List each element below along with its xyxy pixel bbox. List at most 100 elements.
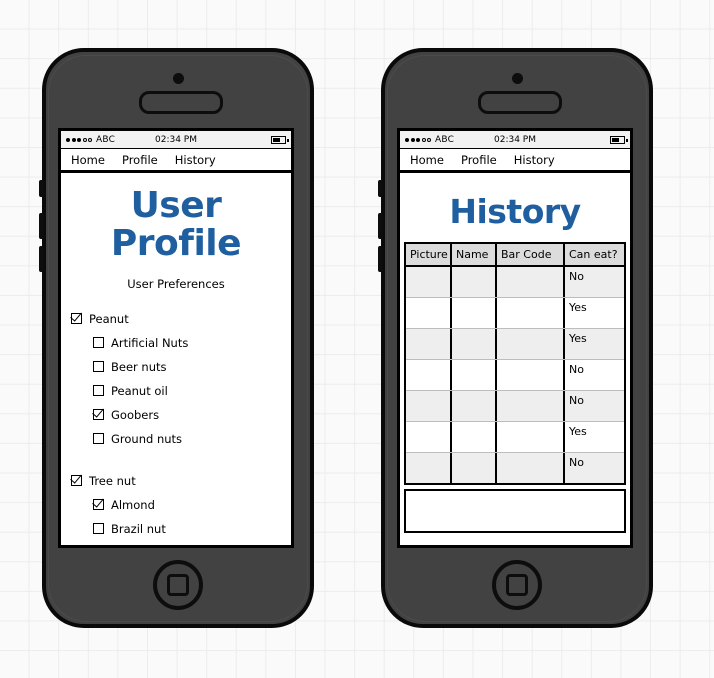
checkbox-row-artificial-nuts[interactable]: Artificial Nuts: [71, 331, 291, 355]
cell-can-eat: Yes: [569, 331, 587, 345]
page-title: History: [449, 192, 581, 231]
home-button[interactable]: [492, 560, 542, 610]
checkbox-icon-brazil-nut[interactable]: [93, 523, 104, 535]
phone-mockup-history: ABC 02:34 PM Home Profile History Histor…: [378, 48, 653, 628]
front-camera-icon: [173, 73, 184, 84]
table-row[interactable]: No: [406, 266, 624, 298]
checkbox-row-almond[interactable]: Almond: [71, 493, 291, 517]
home-button-square-icon: [167, 574, 189, 596]
history-table: Picture Name Bar Code Can eat? No Yes Ye…: [404, 241, 626, 485]
table-row[interactable]: No: [406, 452, 624, 483]
cell-bar-code: [497, 421, 565, 452]
cell-name: [452, 452, 497, 483]
mute-switch[interactable]: [39, 180, 44, 197]
status-bar: ABC 02:34 PM: [400, 131, 630, 149]
table-header-row: Picture Name Bar Code Can eat?: [406, 243, 624, 267]
checkbox-row-beer-nuts[interactable]: Beer nuts: [71, 355, 291, 379]
cell-can-eat: Yes: [569, 424, 587, 438]
cell-can-eat: Yes: [569, 300, 587, 314]
cell-can-eat: No: [569, 393, 584, 407]
checkbox-label: Brazil nut: [111, 521, 166, 536]
checkbox-label: Almond: [111, 497, 155, 512]
nav-item-home[interactable]: Home: [410, 153, 444, 167]
mute-switch[interactable]: [378, 180, 383, 197]
column-header-can-eat: Can eat?: [569, 247, 618, 261]
checkbox-group-tree-nut: Tree nut Almond Brazil nut Filbert/hazel…: [61, 469, 291, 545]
volume-down-button[interactable]: [378, 246, 383, 272]
cell-name: [452, 390, 497, 421]
checkbox-label: Artificial Nuts: [111, 335, 189, 350]
battery-icon: [610, 135, 628, 144]
cell-name: [452, 297, 497, 328]
nav-item-profile[interactable]: Profile: [461, 153, 497, 167]
cell-picture: [406, 359, 452, 390]
page-subtitle: User Preferences: [127, 276, 225, 291]
checkbox-icon-tree-nut[interactable]: [71, 475, 82, 487]
checkbox-icon-almond[interactable]: [93, 499, 104, 511]
checkbox-icon-artificial-nuts[interactable]: [93, 337, 104, 349]
cell-can-eat: No: [569, 455, 584, 469]
cell-picture: [406, 421, 452, 452]
cell-bar-code: [497, 266, 565, 297]
checkbox-row-goobers[interactable]: Goobers: [71, 403, 291, 427]
cell-can-eat: No: [569, 362, 584, 376]
checkbox-label: Peanut oil: [111, 383, 168, 398]
checkbox-icon-goobers[interactable]: [93, 409, 104, 421]
nav-item-home[interactable]: Home: [71, 153, 105, 167]
phone-screen-history: ABC 02:34 PM Home Profile History Histor…: [397, 128, 633, 548]
cell-name: [452, 421, 497, 452]
nav-item-history[interactable]: History: [514, 153, 555, 167]
home-button[interactable]: [153, 560, 203, 610]
cell-bar-code: [497, 328, 565, 359]
cell-name: [452, 266, 497, 297]
table-row[interactable]: No: [406, 359, 624, 391]
checkbox-row-ground-nuts[interactable]: Ground nuts: [71, 427, 291, 451]
volume-up-button[interactable]: [39, 213, 44, 239]
nav-bar: Home Profile History: [400, 149, 630, 173]
cell-can-eat: No: [569, 269, 584, 283]
cell-picture: [406, 328, 452, 359]
table-row[interactable]: Yes: [406, 421, 624, 453]
earpiece-speaker-icon: [478, 91, 562, 114]
checkbox-group-peanut: Peanut Artificial Nuts Beer nuts Peanut …: [61, 307, 291, 451]
checkbox-row-tree-nut[interactable]: Tree nut: [71, 469, 291, 493]
nav-bar: Home Profile History: [61, 149, 291, 173]
nav-item-history[interactable]: History: [175, 153, 216, 167]
checkbox-label: Peanut: [89, 311, 129, 326]
checkbox-row-filbert-hazelnut[interactable]: Filbert/hazelnut: [71, 541, 291, 545]
cell-bar-code: [497, 297, 565, 328]
checkbox-row-peanut[interactable]: Peanut: [71, 307, 291, 331]
volume-up-button[interactable]: [378, 213, 383, 239]
checkbox-icon-peanut[interactable]: [71, 313, 82, 325]
table-row[interactable]: No: [406, 390, 624, 422]
checkbox-label: Ground nuts: [111, 431, 183, 446]
cell-bar-code: [497, 359, 565, 390]
checkbox-row-brazil-nut[interactable]: Brazil nut: [71, 517, 291, 541]
screen-content-history: History Picture Name Bar Code Can eat? N…: [400, 173, 630, 545]
checkbox-row-peanut-oil[interactable]: Peanut oil: [71, 379, 291, 403]
table-row[interactable]: Yes: [406, 297, 624, 329]
nav-item-profile[interactable]: Profile: [122, 153, 158, 167]
page-title: User Profile: [110, 185, 242, 264]
checkbox-icon-ground-nuts[interactable]: [93, 433, 104, 445]
cell-bar-code: [497, 452, 565, 483]
checkbox-label: Goobers: [111, 407, 160, 422]
checkbox-icon-beer-nuts[interactable]: [93, 361, 104, 373]
table-row[interactable]: Yes: [406, 328, 624, 360]
detail-panel: [404, 488, 626, 533]
cell-bar-code: [497, 390, 565, 421]
volume-down-button[interactable]: [39, 246, 44, 272]
home-button-square-icon: [506, 574, 528, 596]
column-header-bar-code: Bar Code: [497, 243, 565, 265]
cell-picture: [406, 266, 452, 297]
cell-picture: [406, 297, 452, 328]
column-header-picture: Picture: [406, 243, 452, 265]
phone-screen-profile: ABC 02:34 PM Home Profile History User P…: [58, 128, 294, 548]
cell-name: [452, 359, 497, 390]
cell-picture: [406, 452, 452, 483]
checkbox-label: Tree nut: [89, 473, 136, 488]
checkbox-icon-peanut-oil[interactable]: [93, 385, 104, 397]
status-clock: 02:34 PM: [494, 134, 536, 145]
column-header-name: Name: [452, 243, 497, 265]
status-bar: ABC 02:34 PM: [61, 131, 291, 149]
